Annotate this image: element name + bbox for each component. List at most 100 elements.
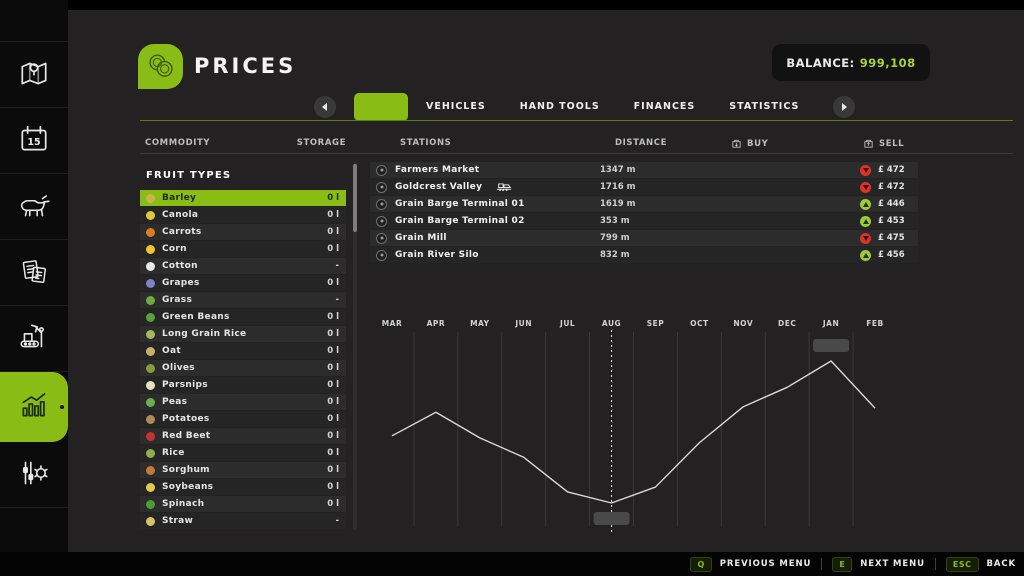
header-divider (140, 153, 1013, 154)
commodity-name: Red Beet (162, 431, 211, 441)
commodity-storage-value: 0 l (327, 482, 339, 492)
commodity-row-corn[interactable]: Corn 0 l (140, 241, 346, 257)
commodity-row-red-beet[interactable]: Red Beet 0 l (140, 428, 346, 444)
commodity-row-soybeans[interactable]: Soybeans 0 l (140, 479, 346, 495)
sidebar-item-statistics[interactable] (0, 372, 68, 442)
waypoint-icon[interactable] (376, 215, 387, 227)
corn-icon (146, 244, 155, 254)
chart-month-label: JUL (559, 319, 575, 328)
prices-page: PRICES BALANCE: 999,108 VEHICLES HAND TOO… (68, 10, 1024, 552)
key-hint-bar: Q PREVIOUS MENU E NEXT MENU ESC BACK (0, 552, 1024, 576)
long-grain-rice-icon (146, 329, 155, 339)
calendar-day: 15 (27, 136, 40, 147)
keycap-e[interactable]: E (832, 556, 853, 572)
waypoint-icon[interactable] (376, 164, 387, 176)
station-name: Grain Mill (395, 233, 447, 243)
commodity-name: Green Beans (162, 312, 230, 322)
sidebar-item-map[interactable] (0, 42, 68, 108)
commodity-name: Grapes (162, 278, 200, 288)
commodity-row-canola[interactable]: Canola 0 l (140, 207, 346, 223)
commodity-name: Barley (162, 193, 197, 203)
chevron-right-icon (842, 102, 848, 111)
waypoint-icon[interactable] (376, 232, 387, 244)
key-hint-next-menu[interactable]: E NEXT MENU (832, 556, 925, 572)
price-trend-up-icon (860, 215, 871, 227)
chart-month-label: APR (427, 319, 446, 328)
commodity-row-grapes[interactable]: Grapes 0 l (140, 275, 346, 291)
commodity-row-barley[interactable]: Barley 0 l (140, 190, 346, 206)
keycap-q[interactable]: Q (690, 556, 712, 572)
chart-month-label: OCT (690, 319, 709, 328)
station-name: Farmers Market (395, 165, 480, 175)
price-history-chart: MAR APR MAY JUN JUL AUG SEP OCT NOV DEC JAN FEB (370, 312, 918, 542)
commodity-storage-value: 0 l (327, 499, 339, 509)
commodity-storage-value: - (335, 261, 339, 271)
tab-next-arrow-button[interactable] (833, 95, 856, 118)
price-trend-up-icon (860, 198, 871, 210)
train-icon (496, 182, 512, 192)
commodity-name: Cotton (162, 261, 198, 271)
commodity-row-green-beans[interactable]: Green Beans 0 l (140, 309, 346, 325)
key-hint-back[interactable]: ESC BACK (945, 556, 1016, 572)
production-icon (17, 320, 51, 358)
commodity-row-cotton[interactable]: Cotton - (140, 258, 346, 274)
balance-label: BALANCE: (786, 55, 855, 70)
tab-hand-tools[interactable]: HAND TOOLS (520, 101, 600, 112)
price-trend-down-icon (860, 232, 871, 244)
sidebar-item-calendar[interactable]: 15 (0, 108, 68, 174)
commodity-scrollbar[interactable] (353, 162, 357, 530)
sidebar-item-animals[interactable] (0, 174, 68, 240)
sidebar-item-contracts[interactable] (0, 240, 68, 306)
commodity-storage-value: 0 l (327, 329, 339, 339)
sidebar-item-production[interactable] (0, 306, 68, 372)
olives-icon (146, 363, 155, 373)
station-row-grain-barge-terminal-01: Grain Barge Terminal 01 1619 m £ 446 (370, 196, 918, 212)
map-icon (17, 56, 51, 94)
commodity-storage-value: 0 l (327, 448, 339, 458)
waypoint-icon[interactable] (376, 198, 387, 210)
canola-icon (146, 210, 155, 220)
tab-finances[interactable]: FINANCES (634, 101, 696, 112)
tab-prev-arrow-button[interactable] (314, 95, 336, 118)
commodity-name: Rice (162, 448, 185, 458)
commodity-row-parsnips[interactable]: Parsnips 0 l (140, 377, 346, 393)
price-chart: MAR APR MAY JUN JUL AUG SEP OCT NOV DEC JAN FEB (382, 319, 883, 532)
keycap-esc[interactable]: ESC (945, 556, 979, 572)
commodity-storage-value: 0 l (327, 244, 339, 254)
commodity-row-potatoes[interactable]: Potatoes 0 l (140, 411, 346, 427)
hint-label: NEXT MENU (860, 559, 925, 569)
waypoint-icon[interactable] (376, 249, 387, 261)
station-row-grain-mill: Grain Mill 799 m £ 475 (370, 230, 918, 246)
commodity-row-rice[interactable]: Rice 0 l (140, 445, 346, 461)
commodity-name: Sorghum (162, 465, 210, 475)
tab-statistics[interactable]: STATISTICS (729, 101, 799, 112)
commodity-name: Spinach (162, 499, 205, 509)
soybeans-icon (146, 482, 155, 492)
tab-prices-active[interactable] (354, 93, 408, 121)
commodity-row-long-grain-rice[interactable]: Long Grain Rice 0 l (140, 326, 346, 342)
commodity-row-olives[interactable]: Olives 0 l (140, 360, 346, 376)
commodity-storage-value: 0 l (327, 363, 339, 373)
commodity-storage-value: 0 l (327, 227, 339, 237)
column-header-sell: SELL (863, 138, 904, 149)
contracts-icon (17, 254, 51, 292)
waypoint-icon[interactable] (376, 181, 387, 193)
commodity-storage-value: 0 l (327, 346, 339, 356)
commodity-row-peas[interactable]: Peas 0 l (140, 394, 346, 410)
commodity-row-carrots[interactable]: Carrots 0 l (140, 224, 346, 240)
scrollbar-thumb[interactable] (353, 164, 357, 232)
commodity-row-grass[interactable]: Grass - (140, 292, 346, 308)
potato-icon (146, 414, 155, 424)
commodity-row-straw[interactable]: Straw - (140, 513, 346, 529)
carrot-icon (146, 227, 155, 237)
sidebar-spacer (0, 0, 68, 42)
station-name: Goldcrest Valley (395, 182, 483, 192)
tab-vehicles[interactable]: VEHICLES (426, 101, 486, 112)
cotton-icon (146, 261, 155, 271)
sidebar-item-settings[interactable] (0, 442, 68, 508)
commodity-row-sorghum[interactable]: Sorghum 0 l (140, 462, 346, 478)
commodity-row-oat[interactable]: Oat 0 l (140, 343, 346, 359)
commodity-row-spinach[interactable]: Spinach 0 l (140, 496, 346, 512)
oat-icon (146, 346, 155, 356)
key-hint-previous-menu[interactable]: Q PREVIOUS MENU (690, 556, 811, 572)
